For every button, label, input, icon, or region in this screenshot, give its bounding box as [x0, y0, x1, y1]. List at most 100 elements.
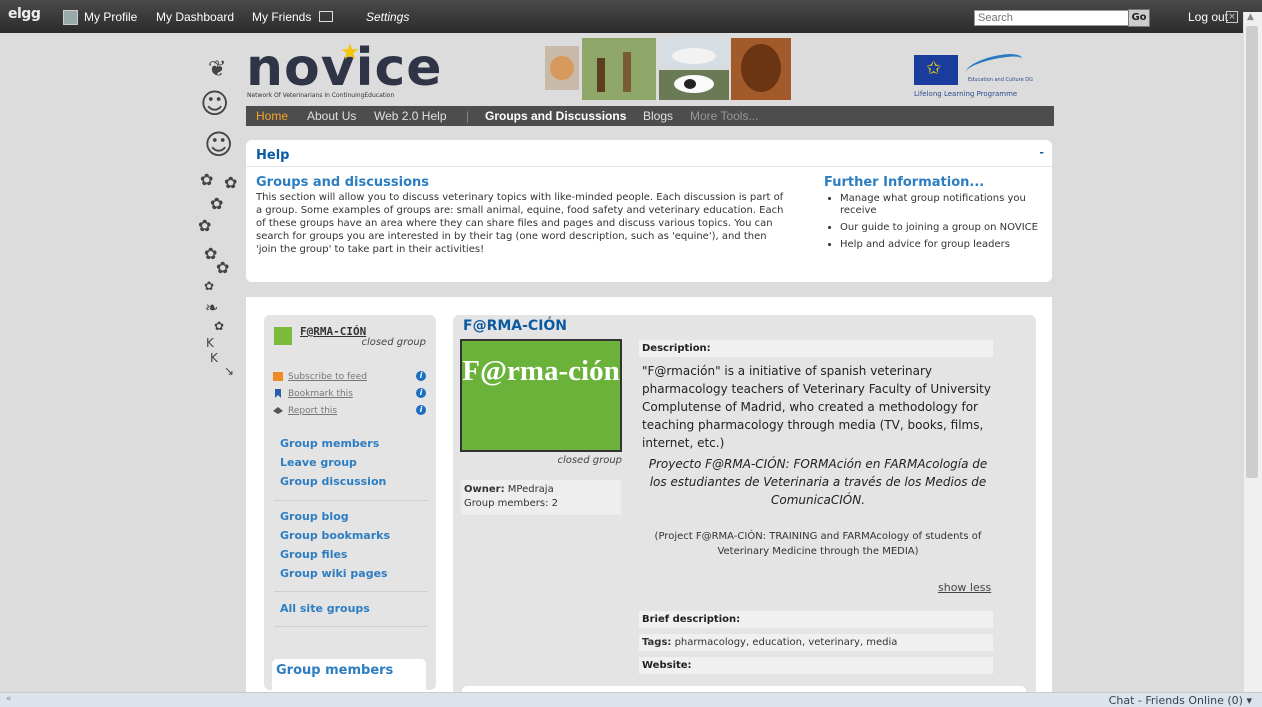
- divider: [246, 166, 1052, 167]
- further-info-list: Manage what group notifications you rece…: [824, 193, 1050, 256]
- scrollbar-thumb[interactable]: [1246, 26, 1258, 478]
- eu-flag-icon: ✩: [914, 55, 958, 85]
- rss-icon: [273, 372, 283, 381]
- tag-link[interactable]: pharmacology: [675, 637, 746, 648]
- llama-photo: [582, 38, 656, 100]
- group-leaders-link[interactable]: Help and advice for group leaders: [840, 239, 1010, 250]
- tag-link[interactable]: veterinary: [808, 637, 860, 648]
- list-item: Our guide to joining a group on NOVICE: [840, 222, 1050, 234]
- groups-discussions-text: This section will allow you to discuss v…: [256, 192, 784, 255]
- description-text: "F@rmación" is a initiative of spanish v…: [642, 364, 991, 450]
- nav-groups-discussions[interactable]: Groups and Discussions: [485, 109, 626, 123]
- report-icon: [273, 407, 283, 414]
- tag-link[interactable]: education: [752, 637, 802, 648]
- tag-link[interactable]: media: [866, 637, 897, 648]
- group-status: closed group: [361, 337, 426, 348]
- paw-icon: ❧: [205, 298, 219, 317]
- description-label: Description:: [639, 340, 993, 357]
- description-english: (Project F@RMA-CIÓN: TRAINING and FARMAc…: [654, 531, 982, 557]
- owner-line: Owner: MPedraja: [464, 484, 554, 495]
- help-title: Help: [256, 148, 290, 163]
- scroll-up-icon[interactable]: ▲: [1247, 12, 1254, 22]
- status-bar: « Chat - Friends Online (0) ▾: [0, 692, 1262, 707]
- paw-icon: ✿: [224, 173, 238, 192]
- paw-icon: ☺: [204, 128, 234, 161]
- elgg-logo[interactable]: elgg: [8, 6, 41, 22]
- top-toolbar: elgg My Profile My Dashboard My Friends …: [0, 0, 1262, 33]
- groups-discussions-heading: Groups and discussions: [256, 175, 430, 190]
- paw-icon: ❦: [208, 57, 227, 82]
- subscribe-feed-link[interactable]: Subscribe to feed: [288, 372, 367, 382]
- further-info-heading: Further Information...: [824, 175, 985, 190]
- group-icon[interactable]: [274, 327, 292, 345]
- paw-icon: ✿: [210, 194, 224, 213]
- avatar-icon[interactable]: [63, 10, 78, 25]
- info-icon[interactable]: i: [416, 388, 426, 398]
- logout-link[interactable]: Log out: [1188, 10, 1228, 24]
- group-blog-link[interactable]: Group blog: [280, 510, 349, 523]
- mail-icon[interactable]: [319, 11, 333, 22]
- divider: [274, 626, 428, 627]
- divider: [274, 500, 428, 501]
- bookmark-link[interactable]: Bookmark this: [288, 389, 353, 399]
- my-friends-link[interactable]: My Friends: [252, 10, 311, 24]
- show-less-link[interactable]: show less: [938, 581, 991, 594]
- description-spanish: Proyecto F@RMA-CIÓN: FORMAción en FARMAc…: [648, 457, 988, 507]
- education-culture-logo: [966, 51, 1022, 80]
- eu-dg-label: Education and Culture DG: [968, 77, 1033, 83]
- website-label: Website:: [639, 657, 993, 674]
- joining-guide-link[interactable]: Our guide to joining a group on NOVICE: [840, 222, 1038, 233]
- my-dashboard-link[interactable]: My Dashboard: [156, 10, 234, 24]
- paw-icon: ✿: [204, 279, 215, 293]
- my-profile-link[interactable]: My Profile: [84, 10, 137, 24]
- group-image[interactable]: F@rma-ción: [460, 339, 622, 452]
- group-files-link[interactable]: Group files: [280, 548, 347, 561]
- bookmark-icon: [275, 389, 281, 398]
- group-status: closed group: [557, 455, 622, 466]
- list-item: Help and advice for group leaders: [840, 239, 1050, 251]
- paw-icon: ✿: [214, 319, 225, 333]
- owner-label: Owner:: [464, 484, 505, 495]
- nav-more-tools[interactable]: More Tools...: [690, 109, 758, 123]
- notifications-link[interactable]: Manage what group notifications you rece…: [840, 193, 1026, 216]
- help-panel: Help - Groups and discussions This secti…: [246, 140, 1052, 282]
- close-icon[interactable]: ×: [1226, 11, 1238, 23]
- group-members-link[interactable]: Group members: [280, 437, 379, 450]
- nav-blogs[interactable]: Blogs: [643, 109, 673, 123]
- group-members-title: Group members: [276, 663, 394, 678]
- brief-description-label: Brief description:: [639, 611, 993, 628]
- eu-programme-label: Lifelong Learning Programme: [914, 90, 1018, 98]
- collapse-button[interactable]: -: [1039, 146, 1044, 159]
- leave-group-link[interactable]: Leave group: [280, 456, 357, 469]
- paw-icon: ✿: [198, 216, 212, 235]
- paw-icon: ✿: [216, 258, 230, 277]
- tags-label: Tags:: [642, 637, 672, 648]
- star-icon: ★: [340, 40, 360, 65]
- info-icon[interactable]: i: [416, 371, 426, 381]
- list-item: Manage what group notifications you rece…: [840, 193, 1050, 217]
- paw-icon: ✿: [200, 170, 214, 189]
- info-icon[interactable]: i: [416, 405, 426, 415]
- search-go-button[interactable]: Go: [1128, 9, 1150, 27]
- nav-web20-help[interactable]: Web 2.0 Help: [374, 109, 447, 123]
- expand-icon[interactable]: «: [6, 694, 12, 704]
- nav-home[interactable]: Home: [256, 109, 288, 123]
- chat-friends-online[interactable]: Chat - Friends Online (0) ▾: [1109, 694, 1252, 707]
- group-title: F@RMA-CIÓN: [463, 318, 568, 334]
- all-site-groups-link[interactable]: All site groups: [280, 602, 370, 615]
- settings-link[interactable]: Settings: [366, 10, 409, 24]
- paw-icon: ↘: [224, 364, 235, 378]
- animal-photos-banner: [545, 38, 791, 100]
- members-count: Group members: 2: [464, 498, 558, 509]
- nav-about-us[interactable]: About Us: [307, 109, 356, 123]
- group-wiki-pages-link[interactable]: Group wiki pages: [280, 567, 388, 580]
- owner-link[interactable]: MPedraja: [508, 484, 554, 495]
- paw-icon: K: [210, 351, 218, 365]
- search-input[interactable]: [974, 10, 1132, 26]
- group-bookmarks-link[interactable]: Group bookmarks: [280, 529, 390, 542]
- report-link[interactable]: Report this: [288, 406, 337, 416]
- nav-separator: |: [466, 109, 470, 123]
- group-discussion-link[interactable]: Group discussion: [280, 475, 386, 488]
- site-nav: Home About Us Web 2.0 Help | Groups and …: [246, 106, 1054, 126]
- paw-icon: ☺: [200, 87, 230, 120]
